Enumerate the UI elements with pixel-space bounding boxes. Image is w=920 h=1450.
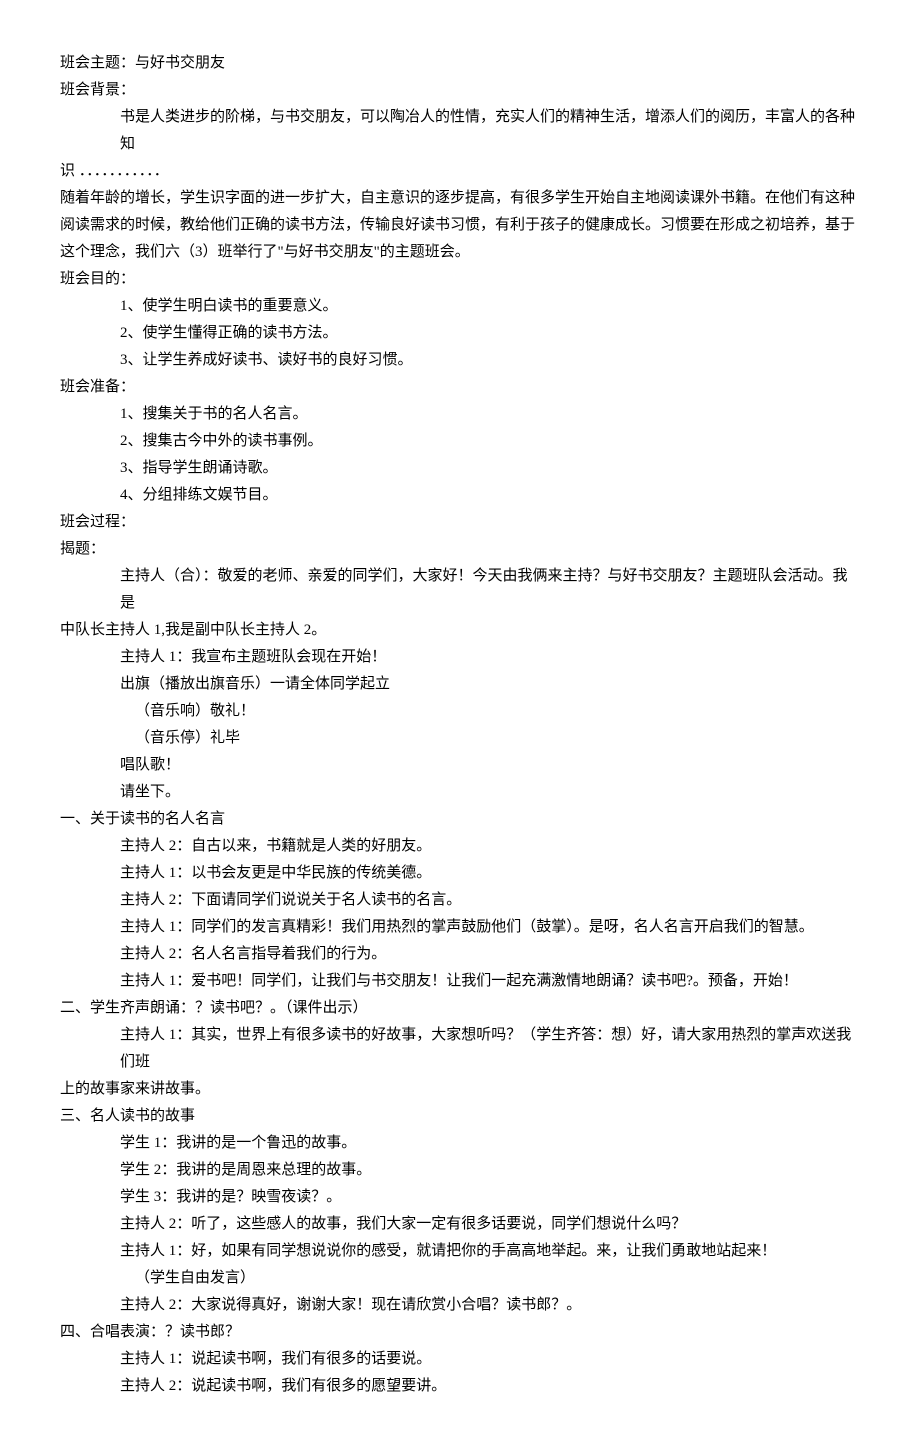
text-line: 2、搜集古今中外的读书事例。 xyxy=(60,428,860,455)
text-line: （音乐响）敬礼！ xyxy=(60,698,860,725)
document-body: 班会主题：与好书交朋友班会背景：书是人类进步的阶梯，与书交朋友，可以陶冶人的性情… xyxy=(60,50,860,1400)
text-line: 主持人（合）：敬爱的老师、亲爱的同学们，大家好！今天由我俩来主持？与好书交朋友？… xyxy=(60,563,860,617)
text-line: 3、让学生养成好读书、读好书的良好习惯。 xyxy=(60,347,860,374)
text-line: 2、使学生懂得正确的读书方法。 xyxy=(60,320,860,347)
text-line: 唱队歌！ xyxy=(60,752,860,779)
text-line: 主持人 2：说起读书啊，我们有很多的愿望要讲。 xyxy=(60,1373,860,1400)
text-line: 4、分组排练文娱节目。 xyxy=(60,482,860,509)
text-line: 学生 1：我讲的是一个鲁迅的故事。 xyxy=(60,1130,860,1157)
text-line: 主持人 1：其实，世界上有很多读书的好故事，大家想听吗？（学生齐答：想）好，请大… xyxy=(60,1022,860,1076)
text-line: 随着年龄的增长，学生识字面的进一步扩大，自主意识的逐步提高，有很多学生开始自主地… xyxy=(60,185,860,266)
text-line: 主持人 1：同学们的发言真精彩！我们用热烈的掌声鼓励他们（鼓掌）。是呀，名人名言… xyxy=(60,914,860,941)
text-line: 1、搜集关于书的名人名言。 xyxy=(60,401,860,428)
text-line: 请坐下。 xyxy=(60,779,860,806)
text-line: 出旗（播放出旗音乐）一请全体同学起立 xyxy=(60,671,860,698)
text-line: 班会主题：与好书交朋友 xyxy=(60,50,860,77)
text-line: 主持人 1：好，如果有同学想说说你的感受，就请把你的手高高地举起。来，让我们勇敢… xyxy=(60,1238,860,1265)
text-line: 班会目的： xyxy=(60,266,860,293)
text-line: 主持人 2：下面请同学们说说关于名人读书的名言。 xyxy=(60,887,860,914)
text-line: 四、合唱表演：？读书郎？ xyxy=(60,1319,860,1346)
text-line: 3、指导学生朗诵诗歌。 xyxy=(60,455,860,482)
text-line: 主持人 2：听了，这些感人的故事，我们大家一定有很多话要说，同学们想说什么吗？ xyxy=(60,1211,860,1238)
text-line: 1、使学生明白读书的重要意义。 xyxy=(60,293,860,320)
text-line: 主持人 1：爱书吧！同学们，让我们与书交朋友！让我们一起充满激情地朗诵？读书吧?… xyxy=(60,968,860,995)
text-line: 上的故事家来讲故事。 xyxy=(60,1076,860,1103)
text-line: 三、名人读书的故事 xyxy=(60,1103,860,1130)
text-line: 班会背景： xyxy=(60,77,860,104)
text-line: 一、关于读书的名人名言 xyxy=(60,806,860,833)
text-line: 中队长主持人 1,我是副中队长主持人 2。 xyxy=(60,617,860,644)
text-line: 学生 3：我讲的是？映雪夜读？。 xyxy=(60,1184,860,1211)
text-line: 主持人 2：名人名言指导着我们的行为。 xyxy=(60,941,860,968)
text-line: 班会过程： xyxy=(60,509,860,536)
text-line: 学生 2：我讲的是周恩来总理的故事。 xyxy=(60,1157,860,1184)
text-line: 主持人 1：我宣布主题班队会现在开始！ xyxy=(60,644,860,671)
text-line: 班会准备： xyxy=(60,374,860,401)
text-line: 主持人 1：以书会友更是中华民族的传统美德。 xyxy=(60,860,860,887)
text-line: 揭题： xyxy=(60,536,860,563)
text-line: 二、学生齐声朗诵：？读书吧？。（课件出示） xyxy=(60,995,860,1022)
text-line: 主持人 2：自古以来，书籍就是人类的好朋友。 xyxy=(60,833,860,860)
text-line: 识 ．．．．．．．．．．． xyxy=(60,158,860,185)
text-line: 主持人 2：大家说得真好，谢谢大家！现在请欣赏小合唱？读书郎？。 xyxy=(60,1292,860,1319)
text-line: 主持人 1：说起读书啊，我们有很多的话要说。 xyxy=(60,1346,860,1373)
text-line: 书是人类进步的阶梯，与书交朋友，可以陶冶人的性情，充实人们的精神生活，增添人们的… xyxy=(60,104,860,158)
text-line: （音乐停）礼毕 xyxy=(60,725,860,752)
text-line: （学生自由发言） xyxy=(60,1265,860,1292)
